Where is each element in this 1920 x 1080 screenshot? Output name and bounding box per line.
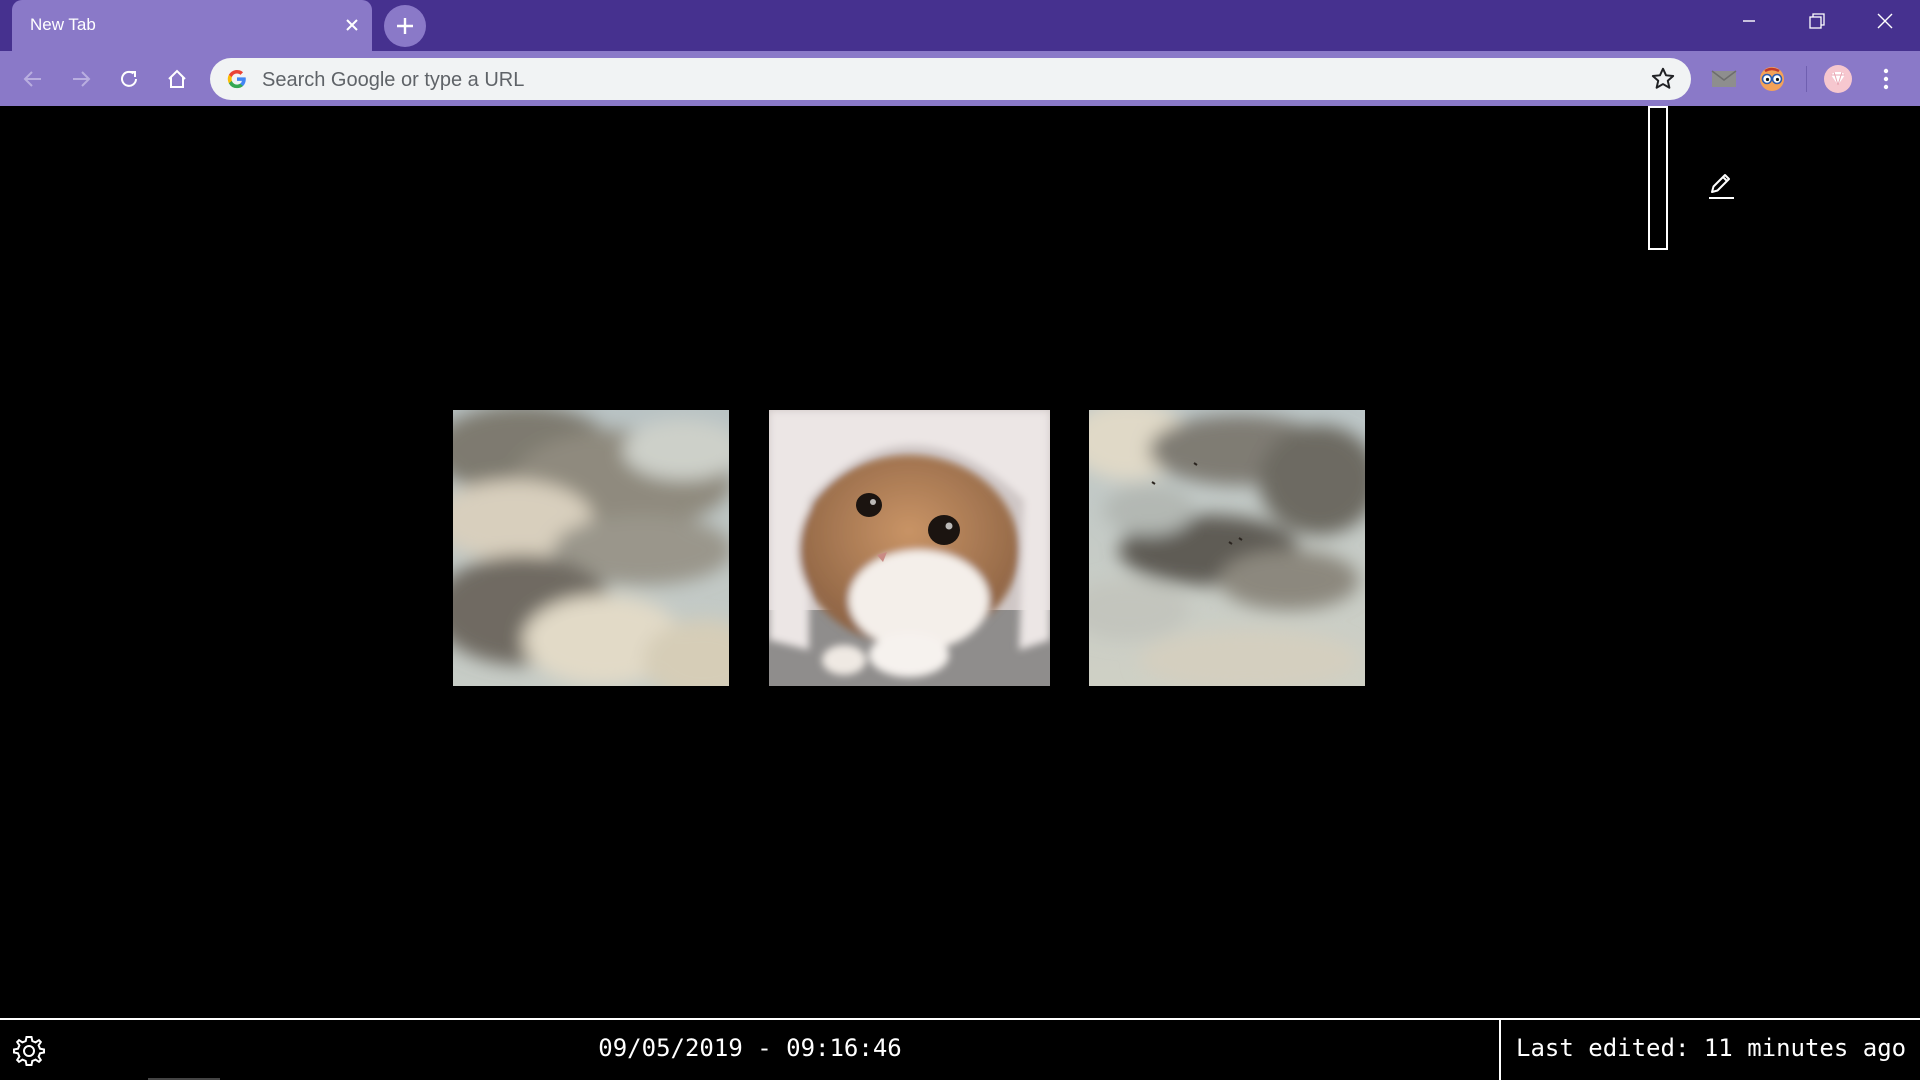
plus-icon [397,18,413,34]
browser-toolbar [0,51,1920,106]
text-cursor-box[interactable] [1648,106,1668,250]
mail-extension-button[interactable] [1708,63,1740,95]
datetime-display: 09/05/2019 - 09:16:46 [598,1034,902,1062]
more-menu-button[interactable] [1870,63,1902,95]
window-close-button[interactable] [1852,0,1918,42]
minimize-button[interactable] [1716,0,1782,42]
omnibox-input[interactable] [260,58,1614,102]
forward-arrow-icon [73,71,91,87]
home-icon [168,69,186,88]
restore-button[interactable] [1784,0,1850,42]
home-button[interactable] [158,60,196,98]
more-vert-icon [1883,68,1889,90]
footer-bar: 09/05/2019 - 09:16:46 Last edited: 11 mi… [0,1018,1920,1080]
close-icon[interactable] [338,11,366,39]
image-tile-cat[interactable] [769,410,1050,686]
last-edited-text: Last edited: 11 minutes ago [1516,1034,1907,1062]
tab-new-tab[interactable]: New Tab [12,0,372,51]
tab-strip: New Tab [0,0,1920,51]
back-button[interactable] [14,60,52,98]
forward-button[interactable] [62,60,100,98]
reload-button[interactable] [110,60,148,98]
close-icon [1877,13,1893,29]
image-tile-clouds-right[interactable] [1089,410,1365,686]
eyes-icon [1760,67,1784,91]
star-icon[interactable] [1650,66,1676,92]
minimize-icon [1743,20,1755,22]
pencil-icon[interactable] [1704,170,1736,202]
omnibox[interactable] [210,58,1691,102]
google-g-icon [227,69,246,89]
restore-icon [1809,13,1825,29]
mail-icon [1711,70,1737,87]
back-arrow-icon [23,71,41,87]
new-tab-page: 09/05/2019 - 09:16:46 Last edited: 11 mi… [0,106,1920,1080]
toolbar-separator [1806,66,1807,92]
tab-title: New Tab [30,15,96,34]
footer-divider [1499,1020,1501,1080]
eyes-extension-button[interactable] [1756,63,1788,95]
new-tab-button[interactable] [384,5,426,47]
reload-icon [121,70,137,87]
image-tile-clouds-left[interactable] [453,410,729,686]
profile-avatar[interactable] [1822,63,1854,95]
